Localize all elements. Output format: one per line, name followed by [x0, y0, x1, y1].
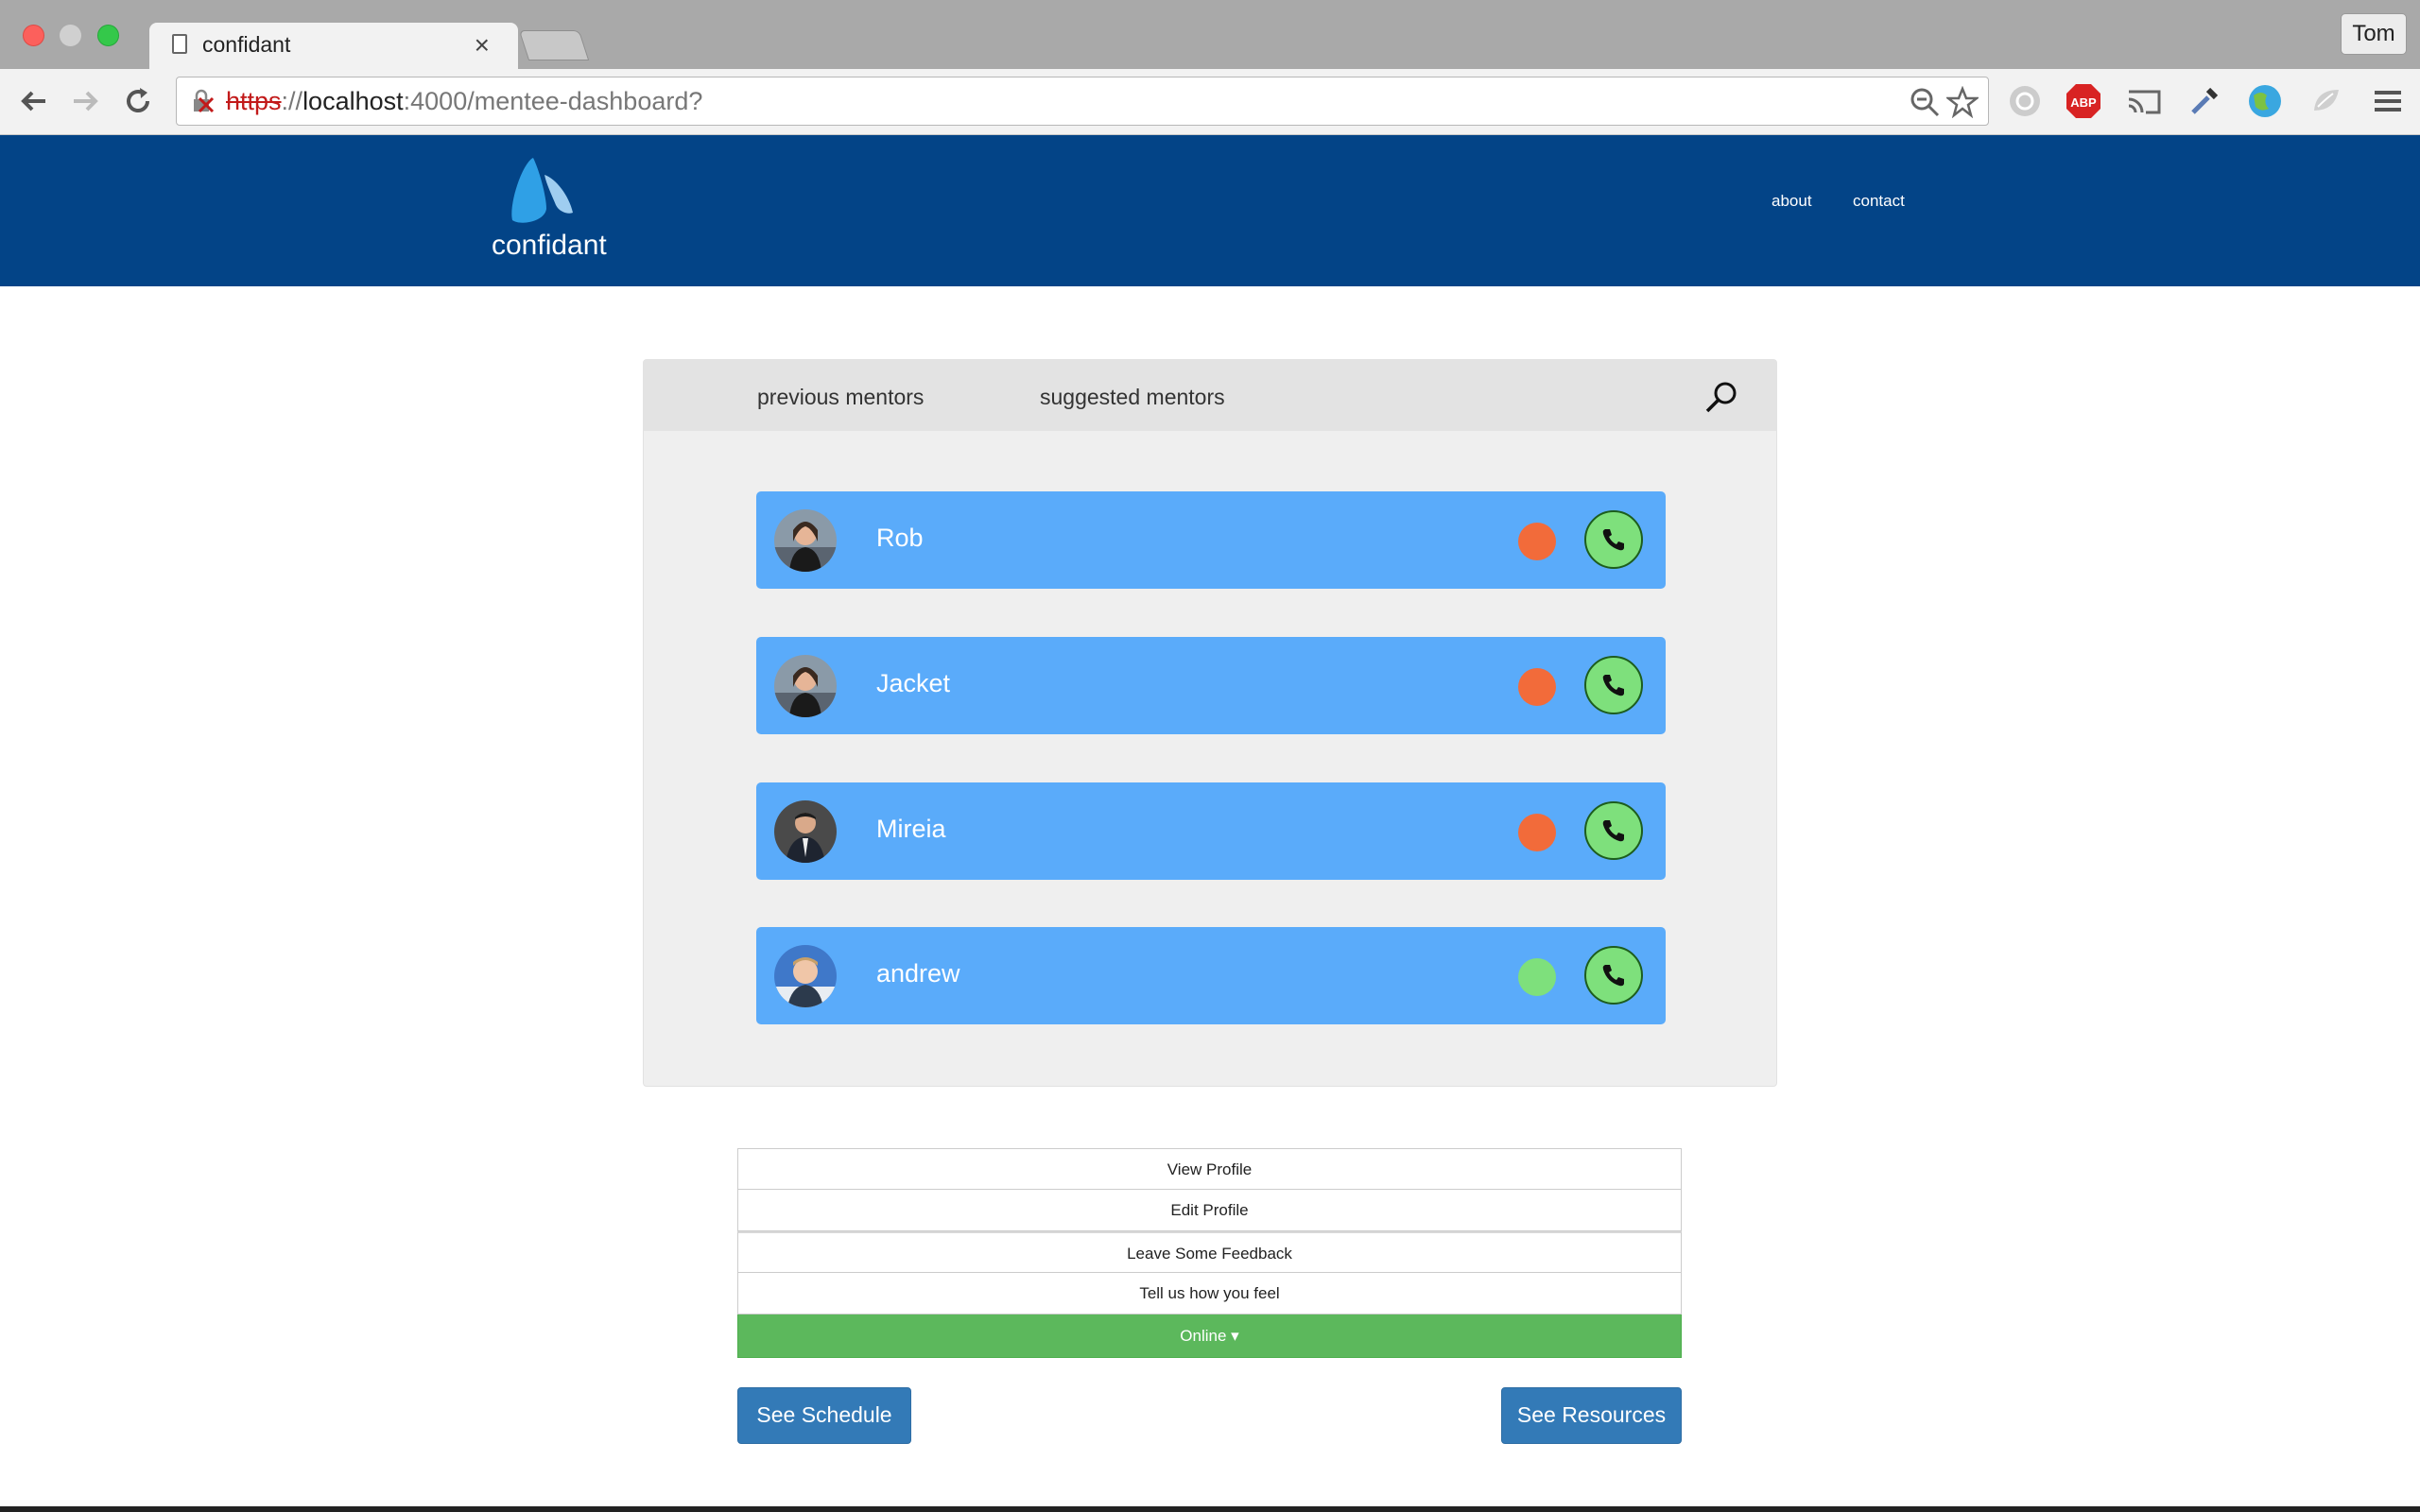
search-icon[interactable] [1703, 379, 1740, 417]
back-arrow-icon[interactable] [15, 82, 53, 120]
adblock-icon[interactable]: ABP [2065, 82, 2102, 120]
mentor-name: Jacket [876, 669, 951, 697]
status-indicator [1518, 523, 1556, 560]
browser-tab-strip: confidant × Tom [0, 0, 2420, 70]
mentor-name: Mireia [876, 815, 946, 843]
page-bottom-border [0, 1506, 2420, 1512]
mentor-name: Rob [876, 524, 924, 552]
phone-icon [1602, 820, 1624, 842]
call-button[interactable] [1584, 656, 1643, 714]
mentor-card[interactable]: Jacket [756, 637, 1666, 734]
zoom-icon[interactable] [1909, 86, 1941, 118]
tell-us-how-you-feel-button[interactable]: Tell us how you feel [737, 1273, 1682, 1314]
nav-contact-link[interactable]: contact [1853, 192, 1905, 211]
status-indicator [1518, 668, 1556, 706]
new-tab-button[interactable] [518, 30, 590, 60]
mentor-name: andrew [876, 959, 960, 988]
phone-icon [1602, 965, 1624, 987]
logo-text[interactable]: confidant [492, 230, 607, 262]
avatar [774, 800, 837, 863]
nav-about-link[interactable]: about [1772, 192, 1812, 211]
avatar [774, 509, 837, 572]
browser-toolbar: https://localhost:4000/mentee-dashboard?… [0, 69, 2420, 135]
window-minimize-button[interactable] [60, 25, 81, 46]
online-status-dropdown[interactable]: Online ▾ [737, 1314, 1682, 1358]
see-schedule-button[interactable]: See Schedule [737, 1387, 911, 1444]
cast-icon[interactable] [2125, 82, 2163, 120]
see-resources-button[interactable]: See Resources [1501, 1387, 1682, 1444]
tab-previous-mentors[interactable]: previous mentors [757, 385, 924, 410]
document-icon [172, 34, 187, 54]
leave-feedback-button[interactable]: Leave Some Feedback [737, 1231, 1682, 1273]
profile-menu: View Profile Edit Profile Leave Some Fee… [737, 1148, 1682, 1358]
site-header: confidant about contact [0, 135, 2420, 286]
window-close-button[interactable] [23, 25, 44, 46]
mentor-card[interactable]: andrew [756, 927, 1666, 1024]
tab-title: confidant [202, 32, 291, 57]
globe-extension-icon[interactable] [2246, 82, 2284, 120]
address-bar[interactable]: https://localhost:4000/mentee-dashboard? [176, 77, 1989, 126]
edit-profile-button[interactable]: Edit Profile [737, 1190, 1682, 1231]
call-button[interactable] [1584, 946, 1643, 1005]
reload-icon[interactable] [119, 82, 157, 120]
panel-tab-bar: previous mentors suggested mentors [644, 360, 1776, 431]
url-text: https://localhost:4000/mentee-dashboard? [226, 87, 703, 115]
confidant-logo-icon[interactable] [507, 154, 592, 230]
extension-circle-icon[interactable] [2006, 82, 2044, 120]
avatar [774, 655, 837, 717]
status-indicator [1518, 814, 1556, 851]
tab-suggested-mentors[interactable]: suggested mentors [1040, 385, 1225, 410]
phone-icon [1602, 675, 1624, 696]
status-indicator [1518, 958, 1556, 996]
bookmark-star-icon[interactable] [1946, 86, 1979, 118]
profile-button[interactable]: Tom [2341, 13, 2407, 55]
window-maximize-button[interactable] [97, 25, 119, 46]
eyedropper-icon[interactable] [2186, 82, 2223, 120]
forward-arrow-icon[interactable] [66, 82, 104, 120]
phone-icon [1602, 529, 1624, 551]
browser-tab[interactable]: confidant × [149, 23, 518, 70]
call-button[interactable] [1584, 510, 1643, 569]
leaf-extension-icon[interactable] [2307, 82, 2344, 120]
mentor-card[interactable]: Rob [756, 491, 1666, 589]
insecure-lock-icon[interactable] [190, 89, 215, 113]
menu-hamburger-icon[interactable] [2369, 82, 2407, 120]
avatar [774, 945, 837, 1007]
mentor-card[interactable]: Mireia [756, 782, 1666, 880]
call-button[interactable] [1584, 801, 1643, 860]
tab-close-icon[interactable]: × [475, 30, 490, 60]
mentor-panel: previous mentors suggested mentors Rob J… [643, 359, 1777, 1087]
view-profile-button[interactable]: View Profile [737, 1148, 1682, 1190]
svg-text:ABP: ABP [2070, 95, 2097, 110]
